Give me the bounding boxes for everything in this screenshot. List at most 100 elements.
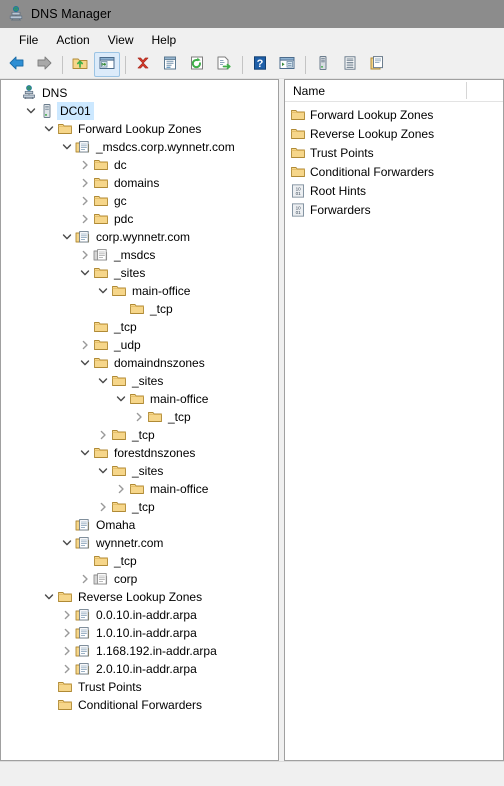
tree-node-domains[interactable]: domains <box>1 174 278 192</box>
up-one-level-button[interactable] <box>67 52 93 77</box>
chevron-right-icon[interactable] <box>95 498 111 516</box>
chevron-down-icon[interactable] <box>95 282 111 300</box>
refresh-button[interactable] <box>184 52 210 77</box>
menu-help[interactable]: Help <box>143 31 186 49</box>
tree-node-label: forestdnszones <box>114 446 196 460</box>
new-record-button[interactable] <box>364 52 390 77</box>
tree-node-tcp[interactable]: _tcp <box>1 318 278 336</box>
tree-node-pdc[interactable]: pdc <box>1 210 278 228</box>
list-item[interactable]: Forward Lookup Zones <box>285 105 503 124</box>
tree-node-dc01[interactable]: DC01 <box>1 102 278 120</box>
list-item[interactable]: Reverse Lookup Zones <box>285 124 503 143</box>
list-item[interactable]: 10 01 Root Hints <box>285 181 503 200</box>
chevron-right-icon[interactable] <box>95 426 111 444</box>
tree-node-label: 2.0.10.in-addr.arpa <box>96 662 197 676</box>
show-hide-tree-button[interactable] <box>94 52 120 77</box>
chevron-right-icon[interactable] <box>77 156 93 174</box>
console-tree-pane[interactable]: DNS DC01 Forward Lookup Zones _msdcs.corp.w… <box>0 79 279 761</box>
chevron-right-icon[interactable] <box>59 642 75 660</box>
show-actions-button[interactable] <box>274 52 300 77</box>
chevron-down-icon[interactable] <box>41 588 57 606</box>
chevron-right-icon[interactable] <box>131 408 147 426</box>
tree-node-label: corp <box>114 572 138 586</box>
tree-node-tcp[interactable]: _tcp <box>1 300 278 318</box>
properties-button[interactable] <box>157 52 183 77</box>
tree-node-sites[interactable]: _sites <box>1 264 278 282</box>
list-item[interactable]: Trust Points <box>285 143 503 162</box>
tree-node-wynnetr-com[interactable]: wynnetr.com <box>1 534 278 552</box>
menu-file[interactable]: File <box>10 31 47 49</box>
tree-node-forward-lookup-zones[interactable]: Forward Lookup Zones <box>1 120 278 138</box>
column-resize-handle[interactable] <box>466 82 467 99</box>
tree-node-trust-points[interactable]: Trust Points <box>1 678 278 696</box>
tree-node-corp-wynnetr-com[interactable]: corp.wynnetr.com <box>1 228 278 246</box>
tree-node-main-office[interactable]: main-office <box>1 480 278 498</box>
chevron-right-icon[interactable] <box>77 570 93 588</box>
tree-node-1-168-192-in-addr-arpa[interactable]: 1.168.192.in-addr.arpa <box>1 642 278 660</box>
list-item[interactable]: Conditional Forwarders <box>285 162 503 181</box>
dns-manager-window: DNS Manager File Action View Help ? DNS … <box>0 0 504 786</box>
tree-node-main-office[interactable]: main-office <box>1 390 278 408</box>
chevron-right-icon[interactable] <box>77 246 93 264</box>
tree-node-corp[interactable]: corp <box>1 570 278 588</box>
chevron-right-icon[interactable] <box>77 336 93 354</box>
export-list-button[interactable] <box>211 52 237 77</box>
tree-node-0-0-10-in-addr-arpa[interactable]: 0.0.10.in-addr.arpa <box>1 606 278 624</box>
menu-view[interactable]: View <box>99 31 143 49</box>
delete-button[interactable] <box>130 52 156 77</box>
tree-node-reverse-lookup-zones[interactable]: Reverse Lookup Zones <box>1 588 278 606</box>
column-header-name[interactable]: Name <box>285 84 325 98</box>
chevron-down-icon[interactable] <box>59 534 75 552</box>
tree-node-conditional-forwarders[interactable]: Conditional Forwarders <box>1 696 278 714</box>
tree-node-domaindnszones[interactable]: domaindnszones <box>1 354 278 372</box>
chevron-right-icon[interactable] <box>77 210 93 228</box>
tree-node-1-0-10-in-addr-arpa[interactable]: 1.0.10.in-addr.arpa <box>1 624 278 642</box>
tree-node-msdcs-corp-wynnetr-com[interactable]: _msdcs.corp.wynnetr.com <box>1 138 278 156</box>
forward-button[interactable] <box>31 52 57 77</box>
folder-icon <box>57 697 73 713</box>
chevron-down-icon[interactable] <box>113 390 129 408</box>
tree-node-tcp[interactable]: _tcp <box>1 426 278 444</box>
tree-node-dns[interactable]: DNS <box>1 84 278 102</box>
chevron-down-icon[interactable] <box>59 138 75 156</box>
tree-node-tcp[interactable]: _tcp <box>1 552 278 570</box>
tree-node-forestdnszones[interactable]: forestdnszones <box>1 444 278 462</box>
chevron-down-icon[interactable] <box>95 462 111 480</box>
new-server-button[interactable] <box>310 52 336 77</box>
chevron-down-icon[interactable] <box>41 120 57 138</box>
tree-node-msdcs[interactable]: _msdcs <box>1 246 278 264</box>
tree-node-label: _sites <box>114 266 146 280</box>
list-item[interactable]: 10 01 Forwarders <box>285 200 503 219</box>
chevron-down-icon[interactable] <box>95 372 111 390</box>
tree-node-label: _sites <box>132 374 164 388</box>
chevron-right-icon[interactable] <box>77 174 93 192</box>
chevron-right-icon[interactable] <box>59 624 75 642</box>
new-zone-button[interactable] <box>337 52 363 77</box>
chevron-right-icon[interactable] <box>113 480 129 498</box>
tree-node-sites[interactable]: _sites <box>1 462 278 480</box>
back-button[interactable] <box>4 52 30 77</box>
details-list-pane[interactable]: Name Forward Lookup Zones Reverse Lookup … <box>284 79 504 761</box>
chevron-down-icon[interactable] <box>59 228 75 246</box>
tree-node-gc[interactable]: gc <box>1 192 278 210</box>
tree-node-tcp[interactable]: _tcp <box>1 408 278 426</box>
tree-node-tcp[interactable]: _tcp <box>1 498 278 516</box>
tree-node-2-0-10-in-addr-arpa[interactable]: 2.0.10.in-addr.arpa <box>1 660 278 678</box>
tree-node-omaha[interactable]: Omaha <box>1 516 278 534</box>
chevron-right-icon[interactable] <box>77 192 93 210</box>
folder-icon <box>93 157 109 173</box>
tree-node-sites[interactable]: _sites <box>1 372 278 390</box>
chevron-down-icon[interactable] <box>77 444 93 462</box>
menu-action[interactable]: Action <box>47 31 98 49</box>
chevron-down-icon[interactable] <box>23 102 39 120</box>
tree-node-udp[interactable]: _udp <box>1 336 278 354</box>
window-title: DNS Manager <box>31 7 112 21</box>
chevron-down-icon[interactable] <box>77 354 93 372</box>
tree-node-dc[interactable]: dc <box>1 156 278 174</box>
chevron-right-icon[interactable] <box>59 660 75 678</box>
help-button[interactable]: ? <box>247 52 273 77</box>
tree-node-main-office[interactable]: main-office <box>1 282 278 300</box>
chevron-right-icon[interactable] <box>59 606 75 624</box>
chevron-down-icon[interactable] <box>77 264 93 282</box>
